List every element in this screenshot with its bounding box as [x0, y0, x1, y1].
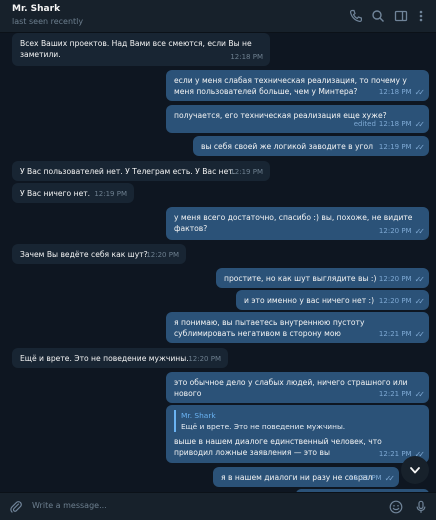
- message-outgoing[interactable]: я понимаю, вы пытаетесь внутреннюю пусто…: [166, 312, 429, 343]
- message-time: 12:20 PM: [378, 297, 412, 305]
- read-checkmarks-icon: ✓✓: [414, 120, 426, 129]
- message-outgoing[interactable]: я в нашем диалоги ни разу не соврал 12:2…: [213, 467, 399, 487]
- message-list[interactable]: Всех Ваших проектов. Над Вами все смеютс…: [0, 33, 436, 492]
- message-incoming[interactable]: Ещё и врете. Это не поведение мужчины. 1…: [12, 348, 228, 368]
- message-outgoing-reply[interactable]: Mr. Shark Ещё и врете. Это не поведение …: [166, 405, 429, 463]
- message-time: 12:20 PM: [378, 227, 412, 235]
- chat-header: Mr. Shark last seen recently: [0, 0, 436, 33]
- message-time: 12:18 PM: [230, 53, 263, 61]
- read-checkmarks-icon: ✓✓: [414, 88, 426, 97]
- read-checkmarks-icon: ✓✓: [414, 390, 426, 399]
- search-icon[interactable]: [371, 8, 385, 23]
- message-incoming[interactable]: Всех Ваших проектов. Над Вами все смеютс…: [12, 33, 270, 66]
- message-incoming[interactable]: Зачем Вы ведёте себя как шут? 12:20 PM: [12, 244, 186, 264]
- chevron-down-icon: [410, 467, 420, 474]
- message-time: 12:21 PM: [378, 390, 412, 398]
- message-incoming[interactable]: У Вас ничего нет. 12:19 PM: [12, 183, 134, 203]
- read-checkmarks-icon: ✓✓: [414, 143, 426, 152]
- read-checkmarks-icon: ✓✓: [414, 227, 426, 236]
- message-incoming[interactable]: У Вас пользователей нет. У Телеграм есть…: [12, 161, 270, 181]
- message-time: 12:20 PM: [146, 251, 179, 259]
- chat-status: last seen recently: [12, 17, 84, 26]
- message-time: 12:21 PM: [348, 474, 382, 482]
- message-composer: Write a message...: [0, 492, 436, 520]
- message-outgoing[interactable]: это обычное дело у слабых людей, ничего …: [166, 372, 429, 403]
- more-icon[interactable]: [414, 8, 428, 22]
- paperclip-icon[interactable]: [9, 499, 23, 513]
- message-time: 12:21 PM: [378, 330, 412, 338]
- message-outgoing[interactable]: простите, но как шут выглядите вы :) 12:…: [216, 268, 429, 288]
- phone-icon[interactable]: [349, 8, 363, 23]
- sidebar-toggle-icon[interactable]: [394, 8, 408, 22]
- message-outgoing[interactable]: если у меня слабая техническая реализаци…: [166, 70, 429, 101]
- message-time: 12:19 PM: [378, 143, 412, 151]
- message-time: 12:19 PM: [230, 168, 263, 176]
- read-checkmarks-icon: ✓✓: [384, 474, 396, 483]
- read-checkmarks-icon: ✓✓: [414, 275, 426, 284]
- message-outgoing[interactable]: у меня всего достаточно, спасибо :) вы, …: [166, 207, 429, 240]
- microphone-icon[interactable]: [414, 499, 428, 513]
- message-text: Всех Ваших проектов. Над Вами все смеютс…: [20, 39, 252, 59]
- read-checkmarks-icon: ✓✓: [414, 297, 426, 306]
- scroll-down-button[interactable]: [401, 456, 429, 484]
- reply-text: Ещё и врете. Это не поведение мужчины.: [181, 422, 346, 431]
- message-outgoing[interactable]: вы себя своей же логикой заводите в угол…: [193, 136, 429, 156]
- emoji-icon[interactable]: [389, 499, 403, 514]
- message-time: 12:18 PM: [378, 120, 412, 128]
- message-time: 12:20 PM: [378, 275, 412, 283]
- read-checkmarks-icon: ✓✓: [414, 330, 426, 339]
- edited-label: edited: [353, 120, 376, 128]
- chat-title[interactable]: Mr. Shark: [12, 4, 60, 14]
- reply-author: Mr. Shark: [181, 411, 216, 420]
- message-input[interactable]: Write a message...: [32, 501, 107, 510]
- reply-quote[interactable]: Mr. Shark Ещё и врете. Это не поведение …: [174, 410, 421, 432]
- message-outgoing[interactable]: получается, его техническая реализация е…: [166, 105, 429, 133]
- message-text: У Вас пользователей нет. У Телеграм есть…: [20, 167, 236, 176]
- message-outgoing[interactable]: и это именно у вас ничего нет :) 12:20 P…: [236, 290, 429, 310]
- message-time: 12:20 PM: [188, 355, 221, 363]
- message-time: 12:19 PM: [94, 190, 127, 198]
- message-time: 12:18 PM: [378, 88, 412, 96]
